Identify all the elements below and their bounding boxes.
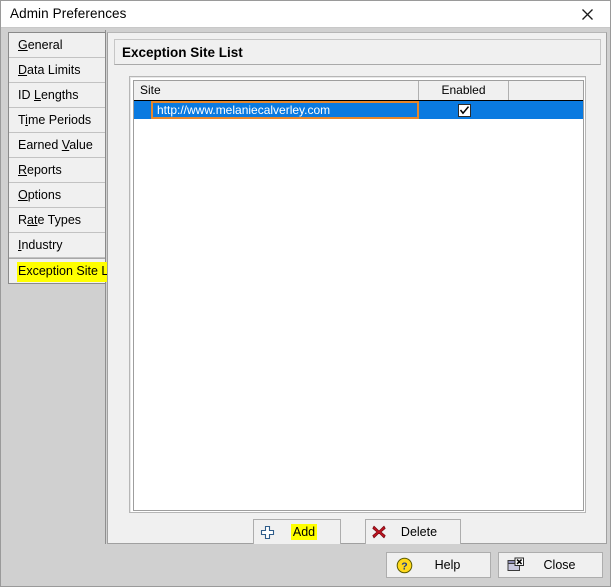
svg-text:?: ? xyxy=(401,560,407,572)
cell-blank[interactable] xyxy=(509,101,583,119)
column-header-site[interactable]: Site xyxy=(134,81,419,100)
table-header-row: Site Enabled xyxy=(134,81,583,101)
page-title: Exception Site List xyxy=(122,45,243,60)
sidebar-tab-label: General xyxy=(18,38,63,52)
help-button-label: Help xyxy=(434,558,461,572)
sidebar-tab-rate-types[interactable]: Rate Types xyxy=(9,208,105,233)
sidebar-tab-label: Reports xyxy=(18,163,62,177)
exception-site-table[interactable]: Site Enabled http://www.melaniecalverley… xyxy=(133,80,584,511)
checkmark-icon xyxy=(459,105,469,114)
admin-preferences-window: Admin Preferences General Data Limits ID L… xyxy=(0,0,611,587)
sidebar-tab-id-lengths[interactable]: ID Lengths xyxy=(9,83,105,108)
plus-icon xyxy=(254,525,280,540)
sidebar-tab-time-periods[interactable]: Time Periods xyxy=(9,108,105,133)
close-x-icon[interactable] xyxy=(565,1,610,27)
add-button[interactable]: Add xyxy=(253,519,341,545)
sidebar-tab-label: Time Periods xyxy=(18,113,92,127)
close-button[interactable]: Close xyxy=(498,552,603,578)
sidebar-tab-label: ID Lengths xyxy=(18,88,79,102)
panel-header: Exception Site List xyxy=(114,39,601,65)
sidebar-tab-label: Industry xyxy=(18,238,63,252)
column-header-blank[interactable] xyxy=(509,81,582,100)
close-button-label: Close xyxy=(543,558,576,572)
sidebar-tab-general[interactable]: General xyxy=(9,33,105,58)
sidebar-tab-label: Rate Types xyxy=(18,213,82,227)
sidebar-tab-options[interactable]: Options xyxy=(9,183,105,208)
sidebar-tab-earned-value[interactable]: Earned Value xyxy=(9,133,105,158)
site-url-editor[interactable]: http://www.melaniecalverley.com xyxy=(151,101,419,119)
sidebar-tab-label: Earned Value xyxy=(18,138,93,152)
enabled-checkbox[interactable] xyxy=(457,103,471,117)
delete-button-label: Delete xyxy=(400,525,438,539)
sidebar-tab-exception-site-list[interactable]: Exception Site List xyxy=(9,258,123,283)
dialog-footer: ? Help Close xyxy=(3,544,608,584)
sidebar-tab-industry[interactable]: Industry xyxy=(9,233,105,258)
site-url-text: http://www.melaniecalverley.com xyxy=(157,103,331,117)
help-button[interactable]: ? Help xyxy=(386,552,491,578)
red-x-icon xyxy=(366,524,392,540)
add-button-label: Add xyxy=(290,524,318,540)
title-bar: Admin Preferences xyxy=(1,1,610,28)
cell-enabled[interactable] xyxy=(419,101,509,119)
sidebar: General Data Limits ID Lengths Time Periods… xyxy=(3,30,123,583)
sidebar-tab-label: Options xyxy=(18,188,62,202)
exception-site-list-frame: Site Enabled http://www.melaniecalverley… xyxy=(129,76,586,513)
sidebar-tab-list: General Data Limits ID Lengths Time Periods… xyxy=(8,32,123,284)
cell-site[interactable]: http://www.melaniecalverley.com xyxy=(134,101,419,119)
table-row[interactable]: http://www.melaniecalverley.com xyxy=(134,101,583,119)
sidebar-tab-label: Data Limits xyxy=(18,63,81,77)
delete-button[interactable]: Delete xyxy=(365,519,461,545)
help-question-icon: ? xyxy=(387,557,421,574)
sidebar-tab-data-limits[interactable]: Data Limits xyxy=(9,58,105,83)
sidebar-tab-reports[interactable]: Reports xyxy=(9,158,105,183)
column-header-enabled[interactable]: Enabled xyxy=(419,81,509,100)
close-window-icon xyxy=(499,557,533,573)
window-title: Admin Preferences xyxy=(10,6,127,21)
preferences-panel: Exception Site List Site Enabled http://… xyxy=(107,32,607,545)
